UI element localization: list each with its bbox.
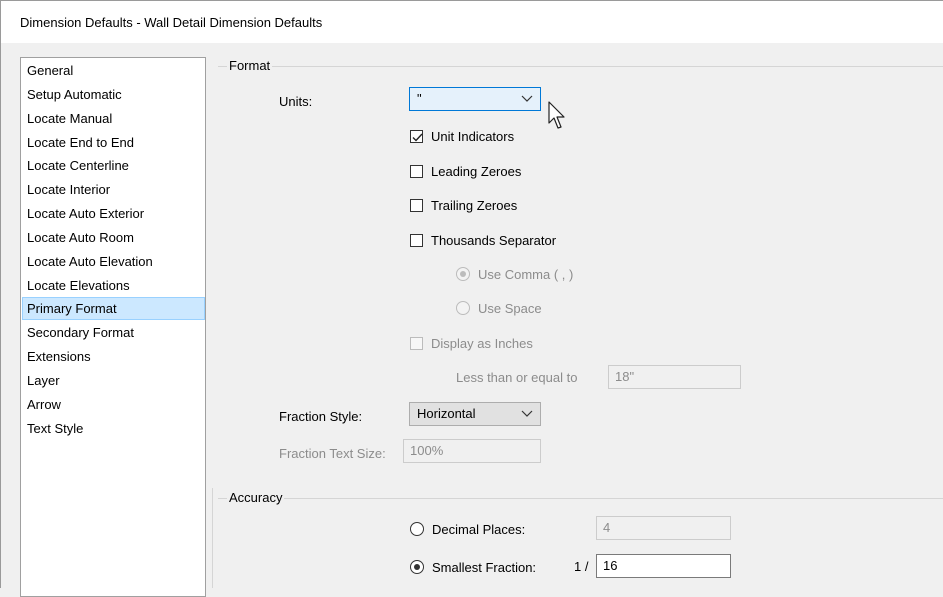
use-space-label: Use Space: [478, 300, 542, 316]
checkbox-box: [410, 336, 423, 350]
check-icon: [412, 133, 423, 142]
leading-zeroes-checkbox[interactable]: Leading Zeroes: [410, 161, 521, 181]
sidebar-item-general[interactable]: General: [22, 59, 205, 82]
window-title: Dimension Defaults - Wall Detail Dimensi…: [20, 15, 323, 30]
decimal-places-label: Decimal Places:: [432, 521, 526, 537]
decimal-places-input[interactable]: 4: [596, 516, 731, 540]
smallest-fraction-radio[interactable]: Smallest Fraction:: [410, 557, 536, 577]
trailing-zeroes-checkbox[interactable]: Trailing Zeroes: [410, 195, 517, 215]
units-combo[interactable]: ": [409, 87, 541, 111]
smallest-fraction-prefix: 1 /: [574, 559, 589, 574]
units-label: Units:: [279, 94, 313, 109]
title-bar[interactable]: Dimension Defaults - Wall Detail Dimensi…: [1, 1, 943, 43]
fraction-style-value: Horizontal: [417, 406, 476, 421]
fraction-text-size-input[interactable]: 100%: [403, 439, 541, 463]
thousands-separator-checkbox[interactable]: Thousands Separator: [410, 230, 556, 250]
leading-zeroes-label: Leading Zeroes: [431, 163, 522, 179]
trailing-zeroes-label: Trailing Zeroes: [431, 197, 518, 213]
units-value: ": [417, 91, 422, 106]
sidebar-item-locate-end-to-end[interactable]: Locate End to End: [22, 131, 205, 154]
smallest-fraction-label: Smallest Fraction:: [432, 559, 537, 575]
radio-circle: [410, 560, 424, 574]
checkbox-box: [410, 129, 423, 143]
radio-circle: [410, 522, 424, 536]
less-than-input[interactable]: 18": [608, 365, 741, 389]
unit-indicators-label: Unit Indicators: [431, 128, 515, 144]
sidebar-item-arrow[interactable]: Arrow: [22, 393, 205, 416]
display-as-inches-label: Display as Inches: [431, 335, 533, 351]
chevron-down-icon: [521, 410, 533, 417]
sidebar-item-text-style[interactable]: Text Style: [22, 417, 205, 440]
format-group-label: Format: [227, 58, 273, 73]
format-group-line: [218, 66, 943, 67]
use-space-radio[interactable]: Use Space: [456, 298, 542, 318]
less-than-label: Less than or equal to: [456, 370, 578, 385]
sidebar-item-locate-interior[interactable]: Locate Interior: [22, 178, 205, 201]
chevron-down-icon: [521, 95, 533, 102]
thousands-separator-label: Thousands Separator: [431, 232, 557, 248]
use-comma-label: Use Comma ( , ): [478, 266, 574, 282]
smallest-fraction-input[interactable]: 16: [596, 554, 731, 578]
sidebar-item-extensions[interactable]: Extensions: [22, 345, 205, 368]
sidebar-item-locate-auto-room[interactable]: Locate Auto Room: [22, 226, 205, 249]
sidebar-item-locate-auto-elevation[interactable]: Locate Auto Elevation: [22, 250, 205, 273]
sidebar-item-secondary-format[interactable]: Secondary Format: [22, 321, 205, 344]
decimal-places-radio[interactable]: Decimal Places:: [410, 519, 525, 539]
sidebar-item-locate-manual[interactable]: Locate Manual: [22, 107, 205, 130]
checkbox-box: [410, 164, 423, 178]
splitter-line: [212, 488, 213, 588]
sidebar-item-locate-centerline[interactable]: Locate Centerline: [22, 154, 205, 177]
fraction-text-size-label: Fraction Text Size:: [279, 446, 386, 461]
fraction-style-combo[interactable]: Horizontal: [409, 402, 541, 426]
radio-circle: [456, 267, 470, 281]
sidebar-item-locate-elevations[interactable]: Locate Elevations: [22, 274, 205, 297]
display-as-inches-checkbox[interactable]: Display as Inches: [410, 333, 533, 353]
sidebar-item-layer[interactable]: Layer: [22, 369, 205, 392]
sidebar-item-locate-auto-exterior[interactable]: Locate Auto Exterior: [22, 202, 205, 225]
sidebar-item-setup-automatic[interactable]: Setup Automatic: [22, 83, 205, 106]
use-comma-radio[interactable]: Use Comma ( , ): [456, 264, 573, 284]
unit-indicators-checkbox[interactable]: Unit Indicators: [410, 126, 514, 146]
fraction-style-label: Fraction Style:: [279, 409, 363, 424]
accuracy-group-label: Accuracy: [227, 490, 285, 505]
checkbox-box: [410, 233, 423, 247]
sidebar-item-primary-format[interactable]: Primary Format: [22, 297, 205, 320]
mouse-pointer-icon: [548, 101, 565, 129]
checkbox-box: [410, 198, 423, 212]
category-list[interactable]: General Setup Automatic Locate Manual Lo…: [20, 57, 206, 597]
accuracy-group-line: [218, 498, 943, 499]
radio-circle: [456, 301, 470, 315]
